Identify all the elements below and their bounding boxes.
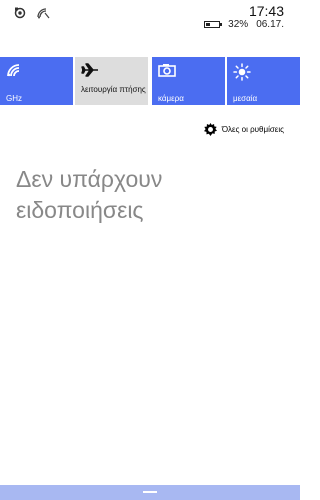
- drag-handle[interactable]: [143, 491, 157, 493]
- date: 06.17.: [256, 19, 284, 30]
- all-settings-label: Όλες οι ρυθμίσεις: [221, 125, 284, 134]
- notification-app-icon: [14, 6, 26, 24]
- gear-icon: [203, 123, 217, 136]
- status-bar: 17:43 32% 06.17.: [0, 0, 300, 40]
- all-settings-link[interactable]: Όλες οι ρυθμίσεις: [203, 123, 284, 136]
- tile-label: λειτουργία πτήσης: [81, 85, 146, 94]
- tile-camera[interactable]: κάμερα: [152, 57, 225, 105]
- status-info: 32% 06.17.: [204, 19, 284, 30]
- notification-drag-bar[interactable]: [0, 485, 300, 500]
- tile-airplane-mode[interactable]: λειτουργία πτήσης: [75, 57, 148, 105]
- status-icons: [14, 6, 50, 24]
- tile-label: μεσαία: [233, 94, 258, 103]
- tile-label: GHz: [6, 94, 22, 103]
- battery-percent: 32%: [228, 19, 249, 30]
- airplane-icon: [81, 63, 98, 77]
- quick-actions: GHz λειτουργία πτήσης κάμερα μεσαία: [0, 57, 300, 105]
- wifi-off-icon: [36, 6, 50, 24]
- brightness-icon: [233, 63, 251, 81]
- wifi-icon: [7, 64, 20, 77]
- battery-icon: [204, 21, 223, 28]
- tile-label: κάμερα: [158, 94, 184, 103]
- clock: 17:43: [248, 3, 284, 19]
- tile-brightness[interactable]: μεσαία: [227, 57, 300, 105]
- tile-wifi[interactable]: GHz: [0, 57, 73, 105]
- camera-icon: [158, 64, 176, 77]
- empty-notifications-text: Δεν υπάρχουν ειδοποιήσεις: [16, 166, 163, 223]
